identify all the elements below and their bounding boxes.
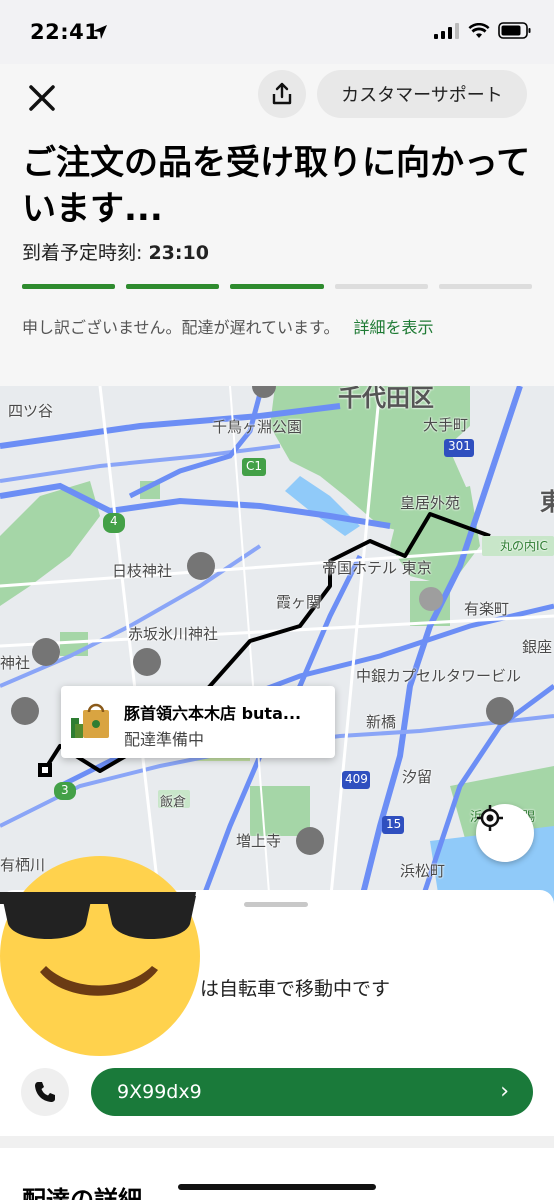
map-label-route-409: 409 (345, 772, 368, 786)
map-label-yotsuya: 四ツ谷 (8, 402, 54, 420)
status-bar: 22:41 (0, 0, 554, 64)
place-pin-2 (296, 827, 324, 855)
show-details-link[interactable]: 詳細を表示 (353, 318, 433, 337)
progress-segment (126, 284, 220, 289)
eta-label: 到着予定時刻: (22, 242, 149, 264)
shrine-pin-3 (32, 638, 60, 666)
progress-segment (438, 284, 533, 289)
map-label-akasaka-hikawa: 赤坂氷川神社 (128, 625, 219, 643)
green-area-small-4 (250, 786, 310, 836)
map-label-marunouchi: 丸の内IC (500, 539, 548, 553)
map-label-route-4: 4 (110, 514, 118, 528)
map-label-shinbashi: 新橋 (366, 713, 397, 731)
map-label-higashi: 東 (540, 488, 554, 516)
map-label-zojoji: 増上寺 (236, 832, 282, 850)
map-label-kokyo-gaien: 皇居外苑 (400, 494, 461, 512)
shopping-bag-icon (71, 703, 109, 738)
top-pin (252, 386, 276, 398)
route-start-marker-inner (42, 767, 48, 773)
expressway-2 (0, 444, 281, 483)
map-label-chiyoda: 千代田区 (338, 386, 434, 412)
map-label-nakagin: 中銀カプセルタワービル (356, 667, 522, 685)
progress-segment (22, 284, 116, 289)
delivery-progress-bar (22, 284, 533, 289)
wifi-icon (468, 22, 490, 38)
courier-bottom-sheet: は自転車で移動中です 9X99dx9 › 配達の詳細 (0, 856, 554, 1200)
map-label-chidorigafuchi: 千鳥ヶ淵公園 (212, 418, 303, 436)
sheet-grabber[interactable] (244, 902, 308, 907)
close-button[interactable] (22, 78, 62, 118)
shrine-pin-1 (187, 552, 215, 580)
map-label-hamamatsucho: 浜松町 (400, 862, 446, 880)
map-label-imperial-hotel: 帝国ホテル 東京 (322, 559, 432, 577)
delay-notice: 申し訳ございません。配達が遅れています。 詳細を表示 (22, 314, 433, 338)
map-label-route-301: 301 (448, 439, 471, 453)
store-name: 豚首領六本木店 buta... (124, 704, 302, 723)
share-button[interactable] (258, 70, 306, 118)
courier-status: は自転車で移動中です (200, 978, 391, 1000)
page-title: ご注文の品を受け取りに向かっています... (22, 143, 531, 229)
eta-time: 23:10 (148, 242, 209, 264)
message-courier-button[interactable]: 9X99dx9 › (91, 1068, 533, 1116)
customer-support-button[interactable]: カスタマーサポート (317, 70, 527, 118)
map-label-route-3: 3 (61, 783, 69, 797)
map-graphics (0, 386, 554, 906)
place-pin-1 (486, 697, 514, 725)
close-icon (29, 85, 55, 111)
section-divider (0, 1136, 554, 1148)
sunglasses-emoji-sticker (0, 856, 200, 1056)
map-label-route-15: 15 (386, 817, 402, 831)
map-label-otemachi: 大手町 (423, 416, 469, 434)
map-label-kasumigaseki: 霞ヶ関 (276, 593, 322, 611)
delivery-details-title: 配達の詳細 (22, 1186, 142, 1200)
eta: 到着予定時刻: 23:10 (22, 238, 209, 265)
store-popup[interactable]: 豚首領六本木店 buta... 配達準備中 (61, 686, 335, 758)
store-status: 配達準備中 (124, 730, 205, 749)
location-arrow-icon (93, 25, 107, 39)
map-label-c1: C1 (246, 459, 263, 473)
hotel-pin (419, 587, 443, 611)
order-status-header: カスタマーサポート ご注文の品を受け取りに向かっています... 到着予定時刻: … (0, 64, 554, 386)
share-icon (272, 82, 292, 105)
crosshair-icon (477, 805, 503, 831)
map-label-iikura: 飯倉 (160, 795, 187, 810)
map-label-yurakucho: 有楽町 (464, 600, 510, 618)
minor-road-1 (0, 544, 554, 588)
home-indicator (178, 1184, 376, 1190)
progress-segment (230, 284, 324, 289)
shrine-pin-2 (133, 648, 161, 676)
chevron-right-icon: › (500, 1079, 509, 1104)
delay-message: 申し訳ございません。配達が遅れています。 (22, 318, 340, 337)
message-code: 9X99dx9 (117, 1081, 202, 1103)
delivery-map[interactable]: 四ツ谷 千代田区 千鳥ヶ淵公園 大手町 301 C1 皇居外苑 東 4 丸の内I… (0, 386, 554, 906)
signal-icon (434, 22, 459, 39)
progress-segment (334, 284, 428, 289)
status-icons (434, 22, 532, 39)
status-time: 22:41 (30, 20, 100, 44)
map-label-shiodome: 汐留 (402, 768, 433, 786)
call-courier-button[interactable] (21, 1068, 69, 1116)
map-label-jinja: 神社 (0, 654, 31, 672)
map-label-ginza: 銀座 (522, 638, 553, 656)
battery-icon (498, 22, 531, 39)
expressway-4 (128, 386, 265, 499)
map-label-hie-jinja: 日枝神社 (112, 562, 173, 580)
museum-pin (11, 697, 39, 725)
recenter-location-button[interactable] (476, 804, 534, 862)
phone-icon (35, 1082, 55, 1102)
